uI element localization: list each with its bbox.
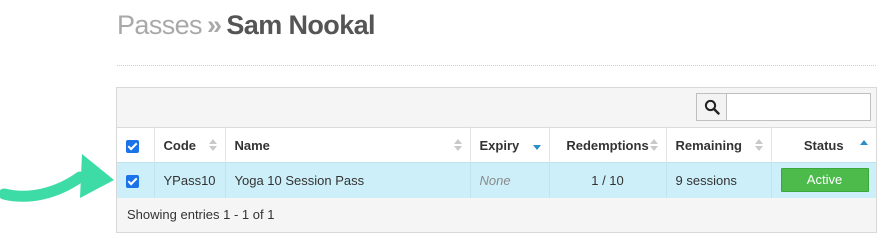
column-label: Status [803, 137, 844, 153]
cell-expiry: None [470, 162, 550, 198]
column-header-remaining[interactable]: Remaining [666, 127, 772, 163]
column-header-redemptions[interactable]: Redemptions [549, 127, 667, 163]
cell-code: YPass10 [154, 162, 226, 198]
table-header-row: Code Name Expiry Redemptions Remaining S… [117, 127, 876, 163]
column-header-name[interactable]: Name [225, 127, 471, 163]
column-label: Remaining [675, 137, 742, 153]
row-checkbox[interactable] [126, 174, 139, 188]
title-divider [117, 65, 876, 66]
sort-ascending-icon [860, 140, 868, 145]
sort-icon [453, 139, 462, 151]
breadcrumb-parent[interactable]: Passes [117, 10, 203, 40]
page-title: Passes» Sam Nookal [117, 10, 376, 41]
status-badge: Active [780, 168, 869, 193]
search-button[interactable] [696, 93, 727, 121]
entries-summary: Showing entries 1 - 1 of 1 [127, 207, 275, 222]
sort-icon [754, 139, 763, 151]
column-label: Expiry [479, 137, 520, 153]
column-header-status[interactable]: Status [771, 127, 876, 163]
cell-status: Active [771, 162, 876, 198]
search-box [696, 93, 871, 121]
column-label: Redemptions [566, 137, 649, 153]
sort-icon [649, 139, 658, 151]
cell-redemptions: 1 / 10 [549, 162, 667, 198]
cell-name: Yoga 10 Session Pass [225, 162, 471, 198]
passes-table: Code Name Expiry Redemptions Remaining S… [117, 127, 876, 198]
search-input[interactable] [727, 93, 871, 121]
column-header-expiry[interactable]: Expiry [470, 127, 550, 163]
pointer-arrow-icon [0, 154, 114, 202]
column-label: Code [163, 137, 197, 153]
cell-remaining: 9 sessions [666, 162, 772, 198]
breadcrumb-separator: » [206, 10, 222, 40]
sort-descending-icon [532, 145, 541, 150]
select-all-header [117, 127, 155, 163]
table-row[interactable]: YPass10 Yoga 10 Session Pass None 1 / 10… [117, 162, 876, 198]
column-label: Name [234, 137, 270, 153]
row-select-cell [117, 162, 155, 198]
passes-table-panel: Code Name Expiry Redemptions Remaining S… [116, 87, 877, 233]
search-icon [704, 99, 720, 115]
select-all-checkbox[interactable] [126, 139, 139, 153]
sort-icon [208, 139, 217, 151]
breadcrumb-current: Sam Nookal [226, 10, 375, 40]
column-header-code[interactable]: Code [154, 127, 226, 163]
